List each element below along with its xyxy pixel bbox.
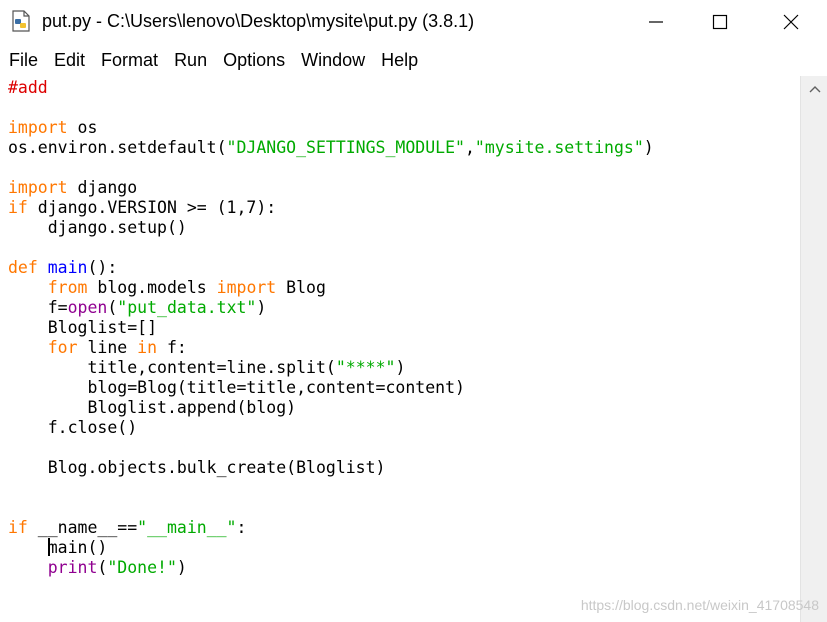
code-token: blog=Blog(title=title,content=content)	[8, 378, 465, 397]
title-bar: put.py - C:\Users\lenovo\Desktop\mysite\…	[0, 0, 827, 44]
code-token: in	[137, 338, 158, 357]
code-token: Blog	[276, 278, 326, 297]
chevron-up-icon	[809, 86, 820, 93]
code-token: f.close()	[8, 418, 138, 437]
menu-window[interactable]: Window	[293, 46, 373, 74]
code-token: django	[67, 178, 138, 197]
code-token: )	[176, 558, 187, 577]
code-line: print("Done!")	[8, 558, 654, 578]
code-token: ,	[464, 138, 475, 157]
code-token: f:	[157, 338, 187, 357]
code-token: line	[77, 338, 138, 357]
code-line: blog=Blog(title=title,content=content)	[8, 378, 654, 398]
code-line: Bloglist=[]	[8, 318, 654, 338]
code-token: "****"	[335, 358, 396, 377]
code-line: f.close()	[8, 418, 654, 438]
code-line: title,content=line.split("****")	[8, 358, 654, 378]
code-line: import django	[8, 178, 654, 198]
code-token: (	[97, 558, 108, 577]
code-token: if	[8, 198, 28, 217]
menu-format[interactable]: Format	[93, 46, 166, 74]
code-line: if __name__=="__main__":	[8, 518, 654, 538]
code-line: Blog.objects.bulk_create(Bloglist)	[8, 458, 654, 478]
code-token: "__main__"	[137, 518, 237, 537]
code-token: title,content=line.split(	[8, 358, 336, 377]
code-line: f=open("put_data.txt")	[8, 298, 654, 318]
code-token: django.setup()	[8, 218, 187, 237]
code-line: #add	[8, 78, 654, 98]
code-token: f=	[8, 298, 68, 317]
code-line: os.environ.setdefault("DJANGO_SETTINGS_M…	[8, 138, 654, 158]
maximize-button[interactable]	[697, 0, 743, 44]
code-token: for	[47, 338, 78, 357]
close-icon	[783, 14, 799, 30]
menu-run[interactable]: Run	[166, 46, 215, 74]
code-line: main()	[8, 538, 654, 558]
code-token: Bloglist.append(blog)	[8, 398, 297, 417]
code-token: __name__==	[27, 518, 138, 537]
code-line: def main():	[8, 258, 654, 278]
menu-help[interactable]: Help	[373, 46, 426, 74]
code-line: for line in f:	[8, 338, 654, 358]
menu-file[interactable]: File	[0, 46, 46, 74]
code-token: :	[236, 518, 247, 537]
code-token: )	[256, 298, 267, 317]
code-token: from	[47, 278, 88, 297]
maximize-icon	[712, 14, 728, 30]
code-line: import os	[8, 118, 654, 138]
code-token: )	[395, 358, 406, 377]
code-token: blog.models	[87, 278, 217, 297]
code-token: "mysite.settings"	[474, 138, 644, 157]
code-token: #add	[8, 78, 48, 97]
watermark: https://blog.csdn.net/weixin_41708548	[580, 597, 819, 613]
minimize-button[interactable]	[633, 0, 679, 44]
minimize-icon	[649, 21, 663, 23]
code-token: import	[216, 278, 277, 297]
code-token: import	[8, 178, 68, 197]
code-line: if django.VERSION >= (1,7):	[8, 198, 654, 218]
code-text: #add import os os.environ.setdefault("DJA…	[8, 78, 654, 578]
code-token: open	[67, 298, 108, 317]
code-token: os	[67, 118, 98, 137]
scroll-up-button[interactable]	[801, 76, 827, 102]
code-token: Bloglist=[]	[8, 318, 158, 337]
code-line: from blog.models import Blog	[8, 278, 654, 298]
code-token: ():	[87, 258, 118, 277]
code-token: "put_data.txt"	[117, 298, 257, 317]
menu-edit[interactable]: Edit	[46, 46, 93, 74]
code-line: Bloglist.append(blog)	[8, 398, 654, 418]
vertical-scrollbar[interactable]	[800, 76, 827, 622]
code-token: main	[47, 258, 88, 277]
window-title: put.py - C:\Users\lenovo\Desktop\mysite\…	[42, 11, 475, 31]
code-token: os.environ.setdefault(	[8, 138, 227, 157]
code-token: "Done!"	[107, 558, 177, 577]
menu-bar: File Edit Format Run Options Window Help	[0, 46, 827, 74]
code-token: main()	[47, 538, 108, 557]
code-token: "DJANGO_SETTINGS_MODULE"	[226, 138, 465, 157]
python-file-icon	[12, 10, 30, 32]
code-token: import	[8, 118, 68, 137]
code-token: (	[107, 298, 118, 317]
code-token: def	[8, 258, 38, 277]
code-token: if	[8, 518, 28, 537]
code-editor[interactable]: #add import os os.environ.setdefault("DJA…	[0, 76, 800, 622]
code-token: Blog.objects.bulk_create(Bloglist)	[8, 458, 386, 477]
close-button[interactable]	[768, 0, 814, 44]
code-line: django.setup()	[8, 218, 654, 238]
code-token: django.VERSION >= (1,7):	[27, 198, 277, 217]
code-token: print	[47, 558, 98, 577]
code-token: )	[643, 138, 654, 157]
menu-options[interactable]: Options	[215, 46, 293, 74]
